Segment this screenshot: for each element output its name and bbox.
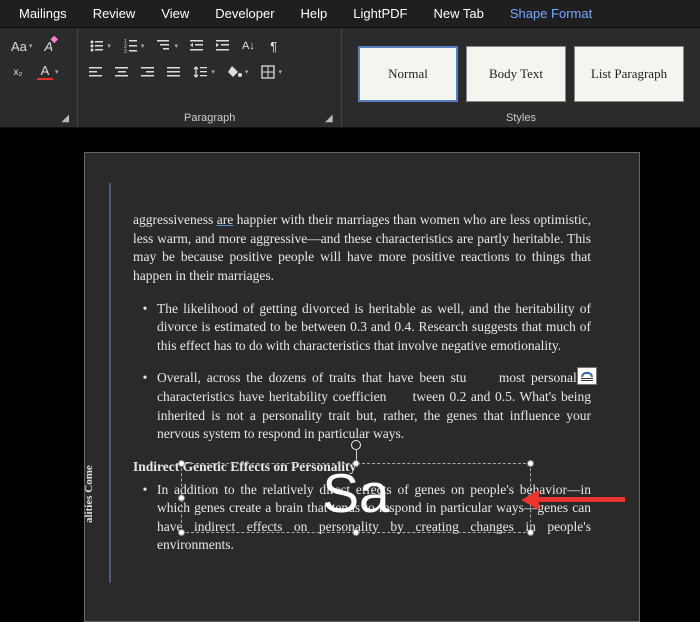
ribbon-group-paragraph: ▾ 123 ▾ ▾ A↓ ¶ <box>78 28 342 127</box>
annotation-arrow <box>539 497 625 502</box>
superscript-button[interactable]: x₂ <box>8 62 28 82</box>
bullet-text: Overall, across the dozens of traits tha… <box>157 369 591 444</box>
resize-handle-se[interactable] <box>527 529 534 536</box>
ribbon-group-styles: Normal Body Text List Paragraph Styles <box>342 28 700 127</box>
rotation-handle[interactable] <box>351 440 361 450</box>
menu-newtab[interactable]: New Tab <box>420 2 496 25</box>
paragraph-group-label: Paragraph <box>78 112 341 124</box>
align-center-button[interactable] <box>112 62 132 82</box>
text-box-content[interactable]: Sa <box>322 456 389 532</box>
font-group-launcher-icon[interactable]: ◢ <box>61 113 71 123</box>
style-list-paragraph[interactable]: List Paragraph <box>574 46 684 102</box>
resize-handle-sw[interactable] <box>178 529 185 536</box>
menu-developer[interactable]: Developer <box>202 2 287 25</box>
show-marks-button[interactable]: ¶ <box>264 36 284 56</box>
styles-group-label: Styles <box>342 112 700 124</box>
resize-handle-ne[interactable] <box>527 460 534 467</box>
bullet-icon: • <box>133 300 157 356</box>
font-color-button[interactable]: A ▾ <box>34 62 62 82</box>
style-body-text[interactable]: Body Text <box>466 46 566 102</box>
bullet-icon: • <box>133 481 157 556</box>
layout-options-icon[interactable] <box>577 367 597 385</box>
bullets-button[interactable]: ▾ <box>86 36 114 56</box>
numbering-button[interactable]: 123 ▾ <box>120 36 148 56</box>
ribbon-group-font: Aa▾ A◆ x₂ A ▾ ◢ <box>0 28 78 127</box>
menu-view[interactable]: View <box>148 2 202 25</box>
menu-bar: Mailings Review View Developer Help Ligh… <box>0 0 700 28</box>
menu-mailings[interactable]: Mailings <box>6 2 80 25</box>
clear-formatting-button[interactable]: A◆ <box>41 36 56 56</box>
multilevel-list-button[interactable]: ▾ <box>153 36 181 56</box>
menu-review[interactable]: Review <box>80 2 149 25</box>
list-item: • The likelihood of getting divorced is … <box>133 300 591 356</box>
paragraph-text: aggressiveness are happier with their ma… <box>133 211 591 286</box>
resize-handle-w[interactable] <box>178 495 185 502</box>
margin-guide <box>109 183 111 583</box>
decrease-indent-button[interactable] <box>187 36 207 56</box>
justify-button[interactable] <box>164 62 184 82</box>
increase-indent-button[interactable] <box>213 36 233 56</box>
align-left-button[interactable] <box>86 62 106 82</box>
menu-shape-format[interactable]: Shape Format <box>497 2 605 25</box>
menu-help[interactable]: Help <box>288 2 341 25</box>
side-tab-text: alities Come <box>82 465 97 523</box>
text-box-shape[interactable]: Sa <box>181 463 531 533</box>
sort-button[interactable]: A↓ <box>239 36 258 56</box>
page[interactable]: alities Come aggressiveness are happier … <box>84 152 640 622</box>
change-case-button[interactable]: Aa▾ <box>8 36 35 56</box>
menu-lightpdf[interactable]: LightPDF <box>340 2 420 25</box>
spellcheck-underline[interactable]: are <box>217 212 233 227</box>
paragraph-group-launcher-icon[interactable]: ◢ <box>325 113 335 123</box>
line-spacing-button[interactable]: ▾ <box>190 62 218 82</box>
align-right-button[interactable] <box>138 62 158 82</box>
bullet-icon: • <box>133 369 157 444</box>
borders-button[interactable]: ▾ <box>257 62 285 82</box>
bullet-text: The likelihood of getting divorced is he… <box>157 300 591 356</box>
resize-handle-nw[interactable] <box>178 460 185 467</box>
document-canvas[interactable]: alities Come aggressiveness are happier … <box>0 128 700 617</box>
ribbon: Aa▾ A◆ x₂ A ▾ ◢ ▾ 123 ▾ <box>0 28 700 128</box>
shading-button[interactable]: ▾ <box>224 62 252 82</box>
list-item: • Overall, across the dozens of traits t… <box>133 369 591 444</box>
style-normal[interactable]: Normal <box>358 46 458 102</box>
svg-text:3: 3 <box>124 49 127 54</box>
